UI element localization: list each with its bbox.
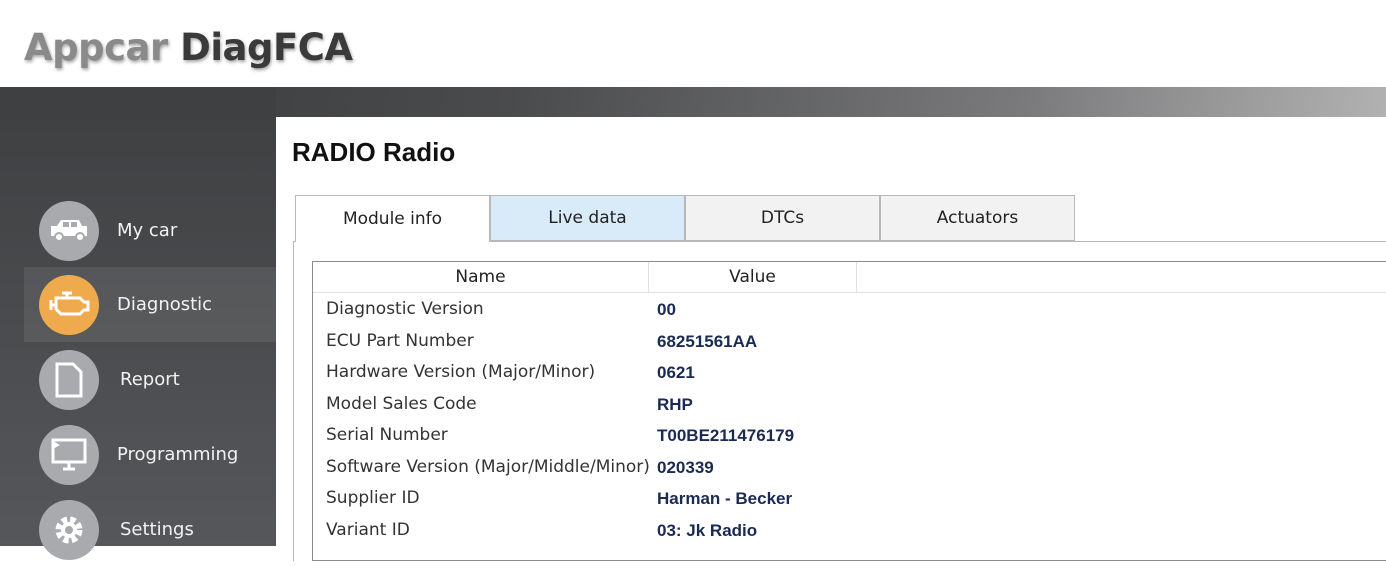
tab-live-data[interactable]: Live data [490, 195, 685, 241]
sidebar-item-settings[interactable]: Settings [24, 492, 276, 567]
row-name: Software Version (Major/Middle/Minor) [326, 456, 650, 477]
header: Appcar DiagFCA [0, 0, 1386, 87]
sidebar-item-programming[interactable]: Programming [24, 417, 276, 492]
table-row[interactable]: Hardware Version (Major/Minor) 0621 [313, 357, 1386, 388]
row-name: Variant ID [326, 519, 410, 540]
sidebar-item-diagnostic[interactable]: Diagnostic [24, 267, 276, 342]
row-name: ECU Part Number [326, 330, 474, 351]
row-value: 68251561AA [657, 331, 758, 351]
monitor-icon [39, 424, 99, 485]
table-row[interactable]: Diagnostic Version 00 [313, 294, 1386, 325]
content-panel: RADIO Radio Module info Live data DTCs A… [276, 117, 1386, 561]
row-name: Hardware Version (Major/Minor) [326, 362, 596, 382]
tab-dtcs[interactable]: DTCs [685, 195, 880, 241]
table-row[interactable]: Software Version (Major/Middle/Minor) 020… [313, 452, 1386, 483]
engine-icon [39, 274, 99, 335]
column-header-name[interactable]: Name [313, 262, 649, 292]
module-info-table: Name Value Diagnostic Version 00 ECU Part … [312, 261, 1386, 561]
row-name: Diagnostic Version [326, 299, 484, 319]
sidebar-item-report[interactable]: Report [24, 342, 276, 417]
sidebar: My car Diagnostic Report Programming Set… [0, 87, 276, 560]
table-row[interactable]: Supplier ID Harman - Becker [313, 483, 1386, 514]
tab-module-info[interactable]: Module info [295, 195, 490, 242]
row-value: 00 [657, 300, 676, 319]
tab-actuators[interactable]: Actuators [880, 195, 1075, 241]
document-icon [39, 349, 99, 410]
row-name: Supplier ID [326, 488, 420, 508]
app-logo: Appcar DiagFCA [24, 26, 353, 69]
table-header: Name Value [313, 262, 1386, 293]
table-row[interactable]: Variant ID 03: Jk Radio [313, 515, 1386, 546]
row-value: RHP [657, 394, 693, 414]
table-row[interactable]: Model Sales Code RHP [313, 389, 1386, 420]
row-name: Serial Number [326, 425, 448, 445]
car-icon [39, 200, 99, 261]
page-title: RADIO Radio [292, 137, 456, 167]
row-value: T00BE211476179 [657, 426, 795, 445]
table-row[interactable]: Serial Number T00BE211476179 [313, 420, 1386, 451]
table-row[interactable]: ECU Part Number 68251561AA [313, 326, 1386, 357]
sidebar-item-my-car[interactable]: My car [24, 193, 276, 268]
row-name: Model Sales Code [326, 393, 477, 414]
column-header-value[interactable]: Value [649, 262, 857, 292]
row-value: 020339 [657, 457, 714, 477]
row-value: 03: Jk Radio [657, 520, 758, 540]
row-value: 0621 [657, 363, 695, 382]
row-value: Harman - Becker [657, 489, 793, 508]
gear-icon [39, 499, 99, 560]
